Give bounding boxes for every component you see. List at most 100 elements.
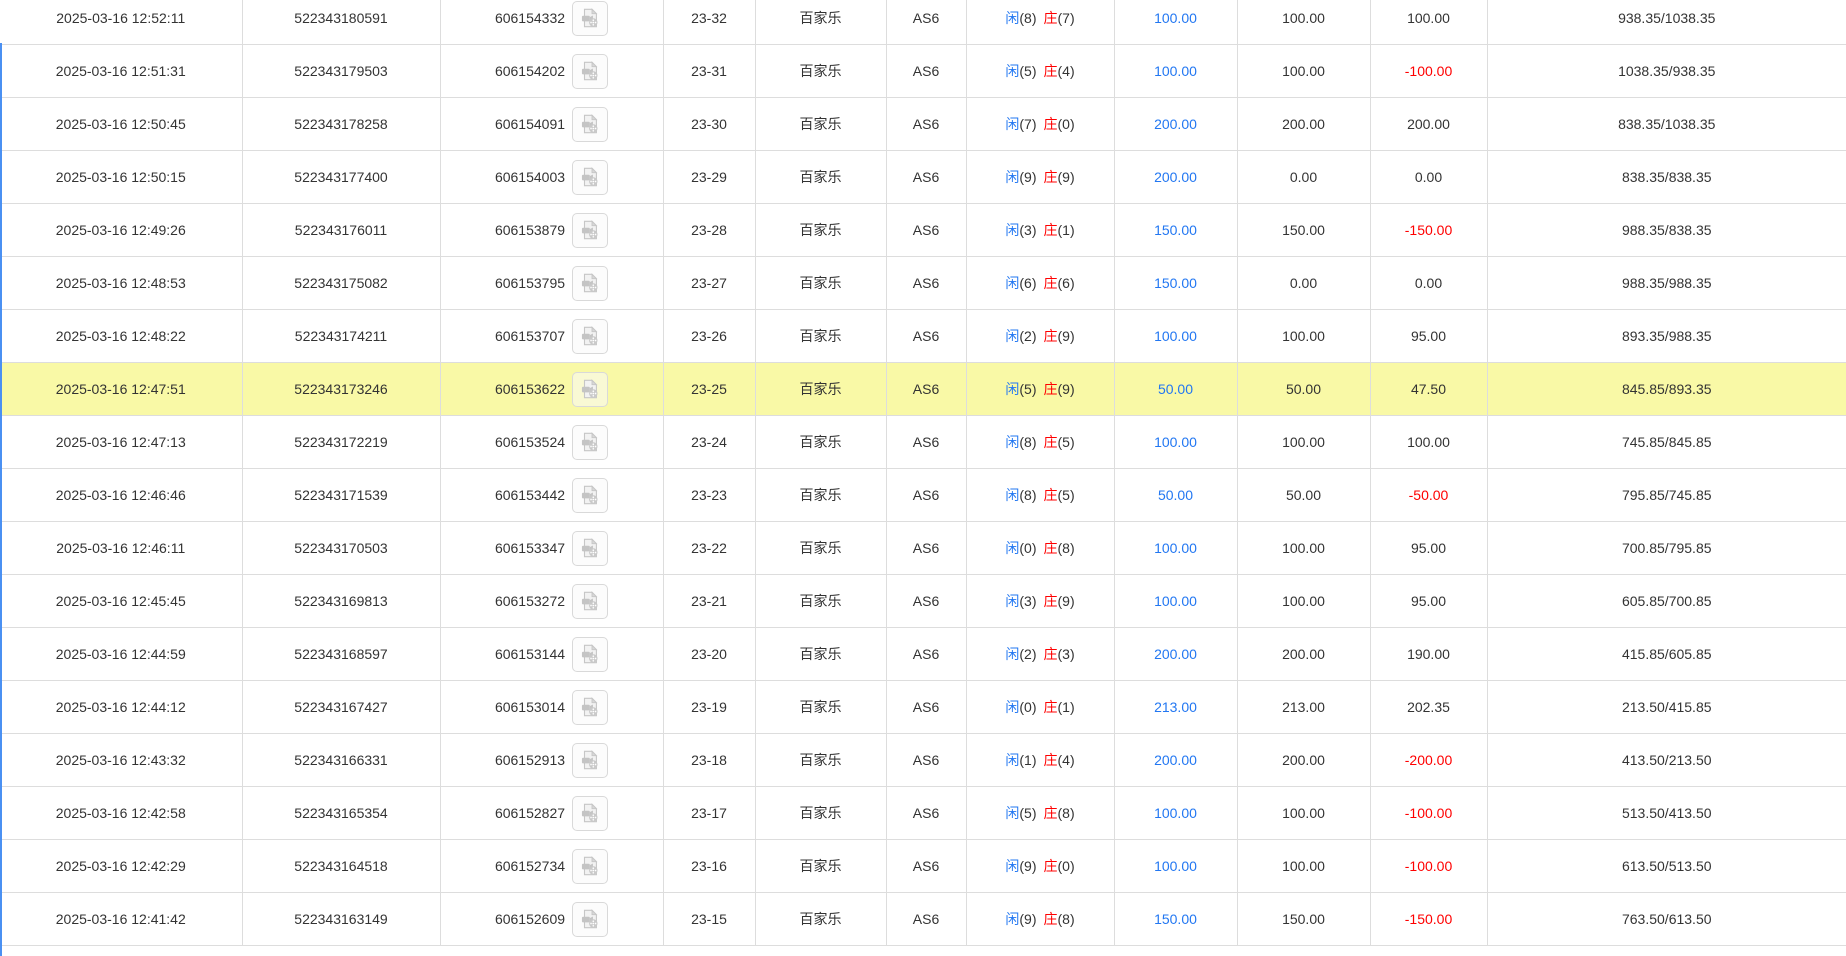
player-result-label: 闲 [1005, 116, 1019, 132]
table-row[interactable]: 2025-03-16 12:51:31 522343179503 6061542… [0, 45, 1846, 98]
video-replay-button[interactable] [572, 266, 608, 301]
table-row[interactable]: 2025-03-16 12:41:42 522343163149 6061526… [0, 893, 1846, 946]
valid-amount: 213.00 [1282, 699, 1325, 715]
video-replay-button[interactable] [572, 637, 608, 672]
cell-game-number: 606152827 [440, 787, 663, 840]
video-replay-button[interactable] [572, 478, 608, 513]
bet-amount-link[interactable]: 50.00 [1158, 487, 1193, 503]
player-result-label: 闲 [1005, 699, 1019, 715]
bet-amount-link[interactable]: 150.00 [1154, 911, 1197, 927]
video-replay-button[interactable] [572, 902, 608, 937]
cell-game-type: 百家乐 [755, 522, 886, 575]
banker-result-points: (5) [1058, 487, 1075, 503]
valid-amount: 100.00 [1282, 63, 1325, 79]
table-row[interactable]: 2025-03-16 12:44:12 522343167427 6061530… [0, 681, 1846, 734]
bet-amount-link[interactable]: 100.00 [1154, 858, 1197, 874]
video-replay-button[interactable] [572, 372, 608, 407]
round-number: 23-29 [691, 169, 727, 185]
video-replay-button[interactable] [572, 796, 608, 831]
bet-amount-link[interactable]: 150.00 [1154, 275, 1197, 291]
order-number: 522343177400 [294, 169, 387, 185]
table-row[interactable]: 2025-03-16 12:46:46 522343171539 6061534… [0, 469, 1846, 522]
cell-win-loss: 95.00 [1370, 522, 1487, 575]
video-replay-button[interactable] [572, 531, 608, 566]
cell-bet-time: 2025-03-16 12:41:42 [0, 893, 242, 946]
table-row[interactable]: 2025-03-16 12:43:32 522343166331 6061529… [0, 734, 1846, 787]
bet-amount-link[interactable]: 100.00 [1154, 434, 1197, 450]
video-replay-button[interactable] [572, 1, 608, 36]
table-row[interactable]: 2025-03-16 12:45:45 522343169813 6061532… [0, 575, 1846, 628]
cell-bet-time: 2025-03-16 12:52:11 [0, 0, 242, 45]
cell-win-loss: 202.35 [1370, 681, 1487, 734]
player-result-label: 闲 [1005, 858, 1019, 874]
table-row[interactable]: 2025-03-16 12:48:53 522343175082 6061537… [0, 257, 1846, 310]
cell-order-number: 522343174211 [242, 310, 440, 363]
win-loss-value: -150.00 [1405, 222, 1452, 238]
cell-game-number: 606153524 [440, 416, 663, 469]
bet-amount-link[interactable]: 50.00 [1158, 381, 1193, 397]
player-result-points: (2) [1019, 328, 1036, 344]
cell-round: 23-30 [663, 98, 755, 151]
bet-amount-link[interactable]: 100.00 [1154, 805, 1197, 821]
video-replay-button[interactable] [572, 425, 608, 460]
cell-bet-time: 2025-03-16 12:46:11 [0, 522, 242, 575]
table-row[interactable]: 2025-03-16 12:46:11 522343170503 6061533… [0, 522, 1846, 575]
table-row[interactable]: 2025-03-16 12:47:51 522343173246 6061536… [0, 363, 1846, 416]
cell-game-number: 606153707 [440, 310, 663, 363]
bet-amount-link[interactable]: 200.00 [1154, 169, 1197, 185]
table-row[interactable]: 2025-03-16 12:52:11 522343180591 6061543… [0, 0, 1846, 45]
table-row[interactable]: 2025-03-16 12:47:13 522343172219 6061535… [0, 416, 1846, 469]
player-result-points: (9) [1019, 911, 1036, 927]
video-replay-button[interactable] [572, 690, 608, 725]
banker-result-label: 庄 [1044, 699, 1058, 715]
bet-time: 2025-03-16 12:52:11 [56, 10, 185, 26]
game-type: 百家乐 [800, 222, 842, 238]
table-row[interactable]: 2025-03-16 12:49:26 522343176011 6061538… [0, 204, 1846, 257]
bet-time: 2025-03-16 12:51:31 [56, 63, 186, 79]
video-replay-button[interactable] [572, 584, 608, 619]
bet-amount-link[interactable]: 200.00 [1154, 752, 1197, 768]
cell-round: 23-28 [663, 204, 755, 257]
table-row[interactable]: 2025-03-16 12:50:15 522343177400 6061540… [0, 151, 1846, 204]
cell-bet-time: 2025-03-16 12:44:59 [0, 628, 242, 681]
bet-amount-link[interactable]: 200.00 [1154, 116, 1197, 132]
video-replay-button[interactable] [572, 213, 608, 248]
video-replay-button[interactable] [572, 160, 608, 195]
win-loss-value: 95.00 [1411, 328, 1446, 344]
bet-amount-link[interactable]: 100.00 [1154, 328, 1197, 344]
valid-amount: 50.00 [1286, 381, 1321, 397]
table-row[interactable]: 2025-03-16 12:48:22 522343174211 6061537… [0, 310, 1846, 363]
cell-game-type: 百家乐 [755, 840, 886, 893]
cell-bet-amount: 100.00 [1114, 0, 1237, 45]
player-result-points: (6) [1019, 275, 1036, 291]
cell-bet-time: 2025-03-16 12:51:31 [0, 45, 242, 98]
game-type: 百家乐 [800, 381, 842, 397]
cell-balance: 988.35/838.35 [1487, 204, 1846, 257]
win-loss-value: 0.00 [1415, 275, 1442, 291]
table-row[interactable]: 2025-03-16 12:42:58 522343165354 6061528… [0, 787, 1846, 840]
bet-amount-link[interactable]: 100.00 [1154, 593, 1197, 609]
table-row[interactable]: 2025-03-16 12:42:29 522343164518 6061527… [0, 840, 1846, 893]
bet-time: 2025-03-16 12:47:13 [56, 434, 186, 450]
game-type: 百家乐 [800, 858, 842, 874]
video-replay-button[interactable] [572, 54, 608, 89]
table-row[interactable]: 2025-03-16 12:44:59 522343168597 6061531… [0, 628, 1846, 681]
game-number: 606153524 [495, 434, 565, 450]
game-type: 百家乐 [800, 328, 842, 344]
bet-amount-link[interactable]: 213.00 [1154, 699, 1197, 715]
bet-amount-link[interactable]: 200.00 [1154, 646, 1197, 662]
bet-amount-link[interactable]: 100.00 [1154, 540, 1197, 556]
bet-amount-link[interactable]: 100.00 [1154, 63, 1197, 79]
win-loss-value: 200.00 [1407, 116, 1450, 132]
cell-game-type: 百家乐 [755, 893, 886, 946]
bet-amount-link[interactable]: 100.00 [1154, 10, 1197, 26]
table-row[interactable]: 2025-03-16 12:50:45 522343178258 6061540… [0, 98, 1846, 151]
video-replay-icon [579, 219, 601, 241]
order-number: 522343166331 [294, 752, 387, 768]
valid-amount: 150.00 [1282, 222, 1325, 238]
bet-amount-link[interactable]: 150.00 [1154, 222, 1197, 238]
video-replay-button[interactable] [572, 849, 608, 884]
video-replay-button[interactable] [572, 743, 608, 778]
video-replay-button[interactable] [572, 107, 608, 142]
video-replay-button[interactable] [572, 319, 608, 354]
